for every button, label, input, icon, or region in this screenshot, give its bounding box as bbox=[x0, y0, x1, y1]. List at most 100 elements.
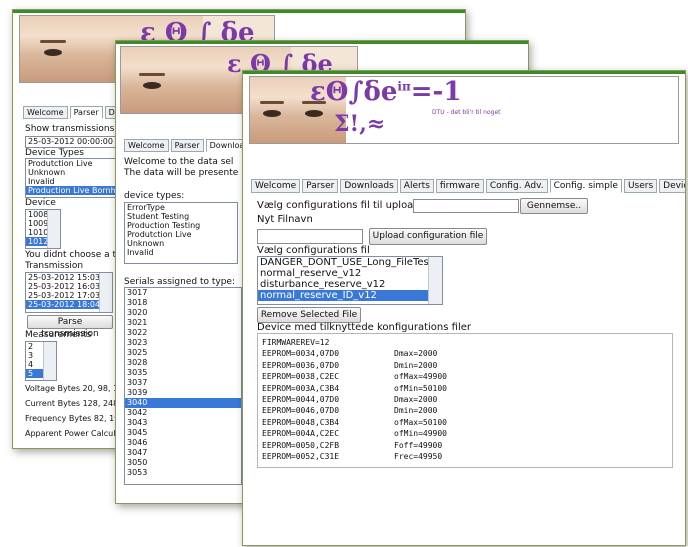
eeprom-value: ofMin=49900 bbox=[394, 429, 447, 439]
list-item[interactable]: 25-03-2012 18:04:13 bbox=[26, 300, 112, 309]
tab-firmware[interactable]: firmware bbox=[435, 179, 484, 193]
list-item[interactable]: 3028 bbox=[125, 358, 241, 368]
transmission-label: Transmission bbox=[25, 261, 84, 271]
list-item[interactable]: 3050 bbox=[125, 458, 241, 468]
list-item[interactable]: DANGER_DONT_USE_Long_FileTest bbox=[258, 257, 433, 268]
remove-selected-file-button[interactable]: Remove Selected File bbox=[257, 307, 361, 323]
browse-button[interactable]: Gennemse.. bbox=[520, 198, 588, 214]
measurements-list[interactable]: 2 3 4 5 bbox=[25, 341, 57, 381]
tab-users[interactable]: Users bbox=[623, 179, 658, 193]
list-item[interactable]: Invalid bbox=[125, 248, 237, 257]
list-item[interactable]: 3021 bbox=[125, 318, 241, 328]
upload-file-field[interactable] bbox=[413, 199, 519, 213]
scrollbar[interactable] bbox=[43, 342, 56, 380]
list-item[interactable]: Unknown bbox=[125, 239, 237, 248]
banner-caption: DTU - det bli'r til noget bbox=[432, 109, 501, 116]
date-value: 25-03-2012 00:00:00 bbox=[28, 137, 113, 146]
eeprom-address: EEPROM=0036,07D0 bbox=[262, 360, 340, 370]
tab-welcome[interactable]: Welcome bbox=[251, 179, 301, 193]
list-item[interactable]: ErrorType bbox=[125, 203, 237, 212]
banner-eye bbox=[263, 110, 281, 117]
list-item[interactable]: 3022 bbox=[125, 328, 241, 338]
list-item[interactable]: 3035 bbox=[125, 368, 241, 378]
scrollbar[interactable] bbox=[428, 257, 442, 304]
eeprom-value: Dmin=2000 bbox=[394, 360, 438, 370]
list-item[interactable]: 3039 bbox=[125, 388, 241, 398]
date-field[interactable]: 25-03-2012 00:00:00 bbox=[25, 136, 123, 148]
eeprom-address: EEPROM=0052,C31E bbox=[262, 452, 340, 462]
choose-config-label: Vælg configurations fil bbox=[257, 245, 370, 256]
serials-list[interactable]: 3017 3018 3020 3021 3022 3023 3025 3028 3035 3037… bbox=[124, 287, 242, 485]
tab-parser[interactable]: Parser bbox=[170, 139, 204, 152]
welcome-line-1: Welcome to the data sel bbox=[124, 157, 234, 167]
window-frame bbox=[243, 71, 685, 74]
device-types-label: Device Types bbox=[25, 148, 85, 158]
frequency-bytes: Frequency Bytes 82, 19 bbox=[25, 414, 120, 423]
list-item[interactable]: 3020 bbox=[125, 308, 241, 318]
transmission-list[interactable]: 25-03-2012 15:03:39 25-03-2012 16:03:39 … bbox=[25, 272, 113, 313]
tab-devices[interactable]: Devices bbox=[659, 179, 685, 193]
banner-brow bbox=[139, 73, 165, 76]
list-item[interactable]: 3040 bbox=[125, 398, 241, 408]
scrollbar[interactable] bbox=[47, 210, 60, 248]
welcome-line-2: The data will be presente bbox=[124, 168, 239, 178]
new-filename-field[interactable] bbox=[257, 229, 363, 244]
tab-alerts[interactable]: Alerts bbox=[399, 179, 434, 193]
tab-config-simple[interactable]: Config. simple bbox=[549, 179, 622, 193]
eeprom-value: Foff=49900 bbox=[394, 440, 443, 450]
eeprom-address: EEPROM=0044,07D0 bbox=[262, 395, 340, 405]
tab-welcome[interactable]: Welcome bbox=[124, 139, 169, 152]
serials-label: Serials assigned to type: bbox=[124, 277, 235, 287]
list-item[interactable]: 3045 bbox=[125, 428, 241, 438]
window-frame bbox=[13, 10, 465, 13]
device-list[interactable]: 1008 1009 1010 1012 bbox=[25, 209, 61, 249]
list-item[interactable]: normal_reserve_v12 bbox=[258, 268, 432, 279]
list-item[interactable]: 3043 bbox=[125, 418, 241, 428]
list-item[interactable]: 3023 bbox=[125, 338, 241, 348]
list-item[interactable]: 3018 bbox=[125, 298, 241, 308]
list-item[interactable]: Student Testing bbox=[125, 212, 237, 221]
tab-bar: Welcome Parser Downloads Alerts firmware Conf… bbox=[251, 179, 685, 193]
list-item[interactable]: 3042 bbox=[125, 408, 241, 418]
list-item[interactable]: Produtction Live bbox=[125, 230, 237, 239]
list-item[interactable]: 3017 bbox=[125, 288, 241, 298]
eeprom-value: Frec=49950 bbox=[394, 452, 443, 462]
list-item[interactable]: 3037 bbox=[125, 378, 241, 388]
banner-eye bbox=[305, 110, 323, 117]
measurements-label: Measurements bbox=[25, 330, 92, 340]
scrollbar[interactable] bbox=[99, 273, 112, 312]
eeprom-address: EEPROM=0038,C2EC bbox=[262, 372, 340, 382]
tab-parser[interactable]: Parser bbox=[69, 106, 103, 119]
banner-eye bbox=[44, 49, 62, 56]
upload-configuration-button[interactable]: Upload configuration file bbox=[369, 228, 487, 245]
banner-math: εΘ∫δeiπ=-1 bbox=[310, 77, 462, 107]
voltage-bytes: Voltage Bytes 20, 98, 15 bbox=[25, 384, 124, 393]
tab-downloads[interactable]: Downloads bbox=[340, 179, 398, 193]
tab-welcome[interactable]: Welcome bbox=[23, 106, 68, 119]
eeprom-address: EEPROM=004A,C2EC bbox=[262, 429, 340, 439]
device-files-label: Device med tilknyttede konfigurations fi… bbox=[257, 322, 471, 333]
list-item[interactable]: 3053 bbox=[125, 468, 241, 478]
list-item[interactable]: 3046 bbox=[125, 438, 241, 448]
window-frame bbox=[116, 41, 528, 44]
banner-math: Σ!,≈ bbox=[334, 111, 386, 137]
tab-parser[interactable]: Parser bbox=[302, 179, 339, 193]
device-types-label: device types: bbox=[124, 191, 185, 201]
tab-config-adv[interactable]: Config. Adv. bbox=[485, 179, 548, 193]
parse-transmission-button[interactable]: Parse transmission bbox=[27, 315, 113, 339]
eeprom-address: EEPROM=0050,C2FB bbox=[262, 440, 340, 450]
list-item[interactable]: 3047 bbox=[125, 448, 241, 458]
eeprom-value: ofMax=49900 bbox=[394, 372, 447, 382]
list-item[interactable]: normal_reserve_ID_v12 bbox=[258, 290, 432, 301]
config-file-content: FIRMWAREREV=12 EEPROM=0034,07D0 Dmax=2000… bbox=[257, 333, 673, 468]
current-bytes: Current Bytes 128, 248, 1 bbox=[25, 399, 129, 408]
config-files-list[interactable]: DANGER_DONT_USE_Long_FileTest normal_res… bbox=[257, 256, 443, 305]
device-types-list[interactable]: ErrorType Student Testing Production Tes… bbox=[124, 202, 238, 264]
list-item[interactable]: Production Testing bbox=[125, 221, 237, 230]
list-item[interactable]: disturbance_reserve_v12 bbox=[258, 279, 432, 290]
eeprom-value: Dmin=2000 bbox=[394, 406, 438, 416]
eeprom-address: EEPROM=0048,C3B4 bbox=[262, 417, 340, 427]
apparent-power: Apparent Power Calcula bbox=[25, 429, 121, 438]
list-item[interactable]: 3025 bbox=[125, 348, 241, 358]
config-file-text: FIRMWAREREV=12 EEPROM=0034,07D0 Dmax=2000… bbox=[262, 337, 668, 462]
